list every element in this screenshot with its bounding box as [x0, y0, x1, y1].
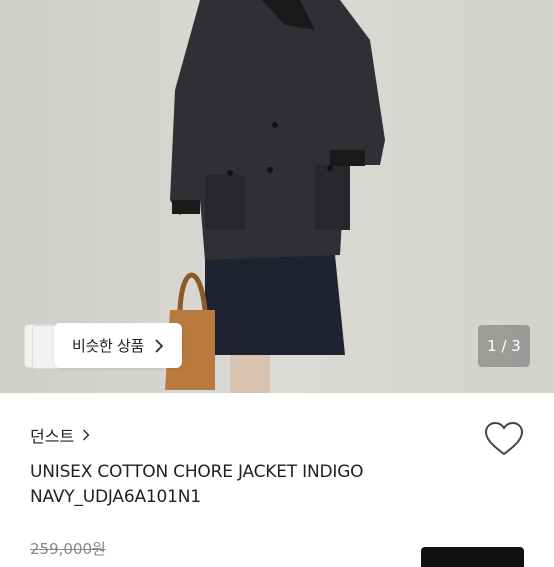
product-info: 던스트 UNISEX COTTON CHORE JACKET INDIGO NA…	[0, 393, 554, 567]
heart-outline-icon[interactable]	[484, 421, 524, 457]
product-title: UNISEX COTTON CHORE JACKET INDIGO NAVY_U…	[30, 462, 364, 507]
chevron-right-icon	[155, 338, 164, 353]
brand-name: 던스트	[30, 427, 75, 446]
buy-button[interactable]	[421, 547, 524, 567]
similar-products-button[interactable]: 비슷한 상품	[54, 323, 182, 368]
chevron-right-icon	[83, 429, 90, 441]
original-price: 259,000원	[30, 540, 106, 558]
similar-products-label: 비슷한 상품	[72, 337, 144, 355]
image-counter: 1 / 3	[478, 325, 530, 367]
brand-link[interactable]: 던스트	[30, 423, 90, 447]
